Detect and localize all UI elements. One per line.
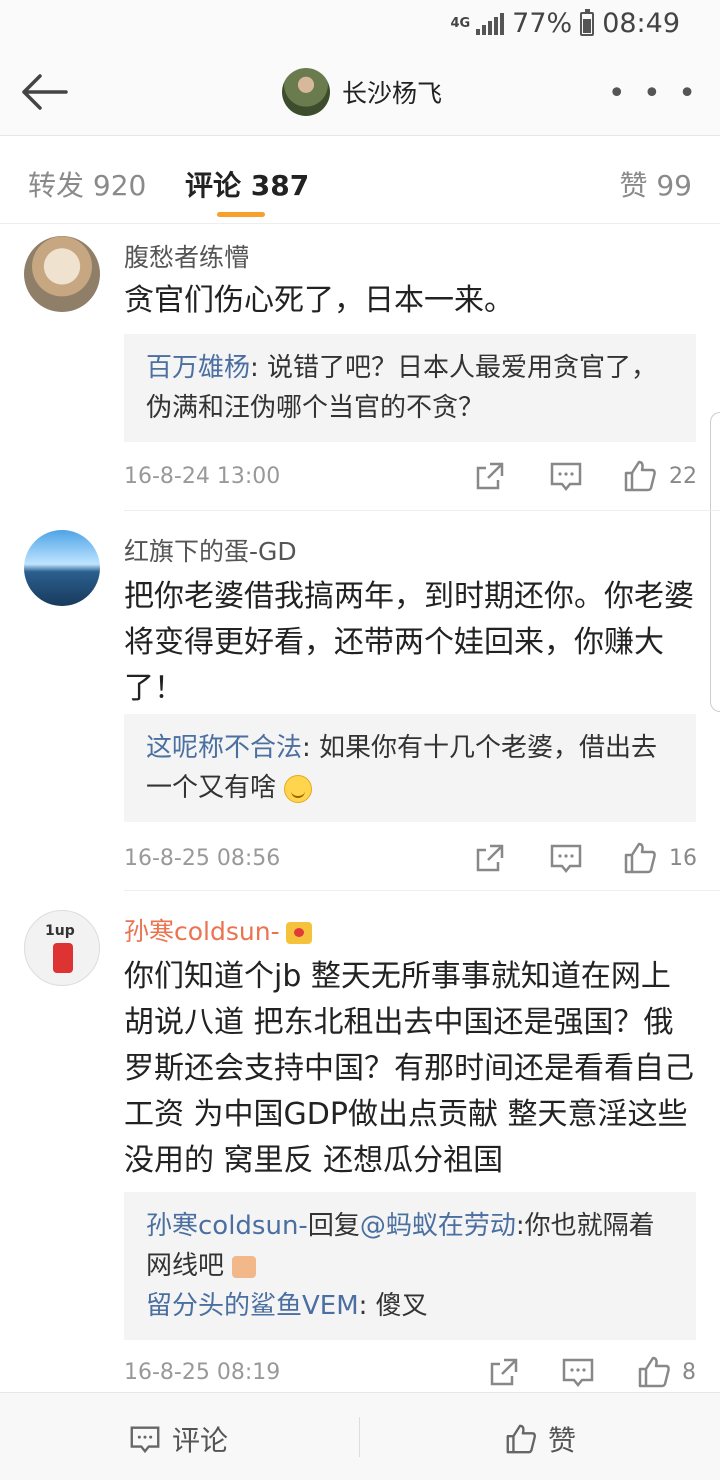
- battery-icon: [580, 8, 595, 36]
- page-title: 长沙杨飞: [342, 79, 443, 108]
- tab-comments[interactable]: 评论 387: [185, 164, 309, 204]
- reply-text: : 傻叉: [358, 1291, 428, 1321]
- side-handle[interactable]: [710, 412, 720, 712]
- reply-verb: 回复: [307, 1211, 360, 1241]
- bottom-comment-label: 评论: [172, 1424, 229, 1457]
- reply-box[interactable]: 百万雄杨: 说错了吧？日本人最爱用贪官了，伪满和汪伪哪个当官的不贪？: [124, 334, 696, 442]
- divider: [359, 1417, 360, 1457]
- reply-line: 孙寒coldsun-回复@蚂蚁在劳动:你也就隔着网线吧: [146, 1206, 674, 1286]
- tab-reposts[interactable]: 转发 920: [28, 164, 146, 204]
- back-arrow-icon[interactable]: [18, 70, 70, 114]
- network-type: 4G: [450, 16, 471, 31]
- comment-time: 16-8-24 13:00: [124, 464, 281, 489]
- like-icon[interactable]: [622, 458, 658, 494]
- comment-author[interactable]: 腹愁者练懵: [124, 238, 249, 274]
- nav-user[interactable]: 长沙杨飞: [282, 68, 442, 116]
- comment-author-name[interactable]: 孙寒coldsun-: [124, 917, 280, 946]
- like-icon[interactable]: [622, 840, 658, 876]
- share-icon[interactable]: [472, 458, 508, 494]
- avatar[interactable]: [24, 910, 100, 986]
- comment-text: 你们知道个jb 整天无所事事就知道在网上胡说八道 把东北租出去中国还是强国？俄罗…: [124, 959, 694, 1178]
- thumbs-down-emoji-icon: [232, 1255, 257, 1278]
- share-icon[interactable]: [472, 840, 508, 876]
- active-tab-indicator: [217, 212, 265, 217]
- reply-box[interactable]: 这呢称不合法: 如果你有十几个老婆，借出去一个又有啥: [124, 714, 696, 822]
- divider: [124, 510, 720, 511]
- reply-line: 留分头的鲨鱼VEM: 傻叉: [146, 1286, 674, 1326]
- status-bar: 4G 77% 08:49: [0, 0, 720, 50]
- tab-bar: 转发 920 评论 387 赞 99: [0, 136, 720, 224]
- like-icon[interactable]: [636, 1354, 672, 1390]
- like-icon: [506, 1424, 536, 1454]
- reply-author[interactable]: 孙寒coldsun-: [146, 1211, 308, 1241]
- status-icons: 4G 77% 08:49: [450, 8, 680, 39]
- nav-bar: 长沙杨飞 • • •: [0, 50, 720, 136]
- user-avatar[interactable]: [282, 68, 330, 116]
- comment-author[interactable]: 红旗下的蛋-GD: [124, 532, 297, 568]
- avatar[interactable]: [24, 530, 100, 606]
- reply-box[interactable]: 孙寒coldsun-回复@蚂蚁在劳动:你也就隔着网线吧 留分头的鲨鱼VEM: 傻…: [124, 1192, 696, 1340]
- bottom-like-label: 赞: [548, 1424, 577, 1457]
- comment-meta: 16-8-25 08:19 8: [124, 1354, 696, 1394]
- bottom-action-bar: 评论 赞: [0, 1392, 720, 1480]
- bottom-comment-button[interactable]: 评论: [128, 1419, 228, 1459]
- like-count: 16: [669, 846, 697, 871]
- comment-time: 16-8-25 08:19: [124, 1360, 281, 1385]
- comment-text: 贪官们伤心死了，日本一来。: [124, 283, 514, 318]
- more-options-icon[interactable]: • • •: [608, 76, 700, 111]
- comment-meta: 16-8-24 13:00 22: [124, 458, 697, 498]
- comment-icon[interactable]: [548, 458, 584, 494]
- comment-icon[interactable]: [560, 1354, 596, 1390]
- comment-author[interactable]: 孙寒coldsun-: [124, 912, 312, 948]
- comment-time: 16-8-25 08:56: [124, 846, 281, 871]
- divider: [124, 890, 720, 891]
- reply-mention[interactable]: @蚂蚁在劳动: [360, 1211, 516, 1241]
- clock: 08:49: [602, 8, 680, 39]
- comment-icon: [130, 1426, 160, 1454]
- smile-emoji-icon: [284, 774, 313, 803]
- like-count: 8: [682, 1360, 696, 1385]
- comment-text: 把你老婆借我搞两年，到时期还你。你老婆将变得更好看，还带两个娃回来，你赚大了！: [124, 579, 694, 706]
- like-count: 22: [669, 464, 697, 489]
- reply-author[interactable]: 百万雄杨: [146, 353, 250, 383]
- tab-likes[interactable]: 赞 99: [619, 164, 692, 204]
- comment-meta: 16-8-25 08:56 16: [124, 840, 697, 880]
- bottom-like-button[interactable]: 赞: [504, 1419, 576, 1459]
- avatar[interactable]: [24, 236, 100, 312]
- reply-author[interactable]: 留分头的鲨鱼VEM: [146, 1291, 359, 1321]
- signal-icon: [476, 12, 505, 35]
- battery-percent: 77%: [512, 8, 573, 39]
- reply-author[interactable]: 这呢称不合法: [146, 733, 302, 763]
- comment-icon[interactable]: [548, 840, 584, 876]
- vip-crown-icon: [285, 922, 312, 944]
- share-icon[interactable]: [486, 1354, 522, 1390]
